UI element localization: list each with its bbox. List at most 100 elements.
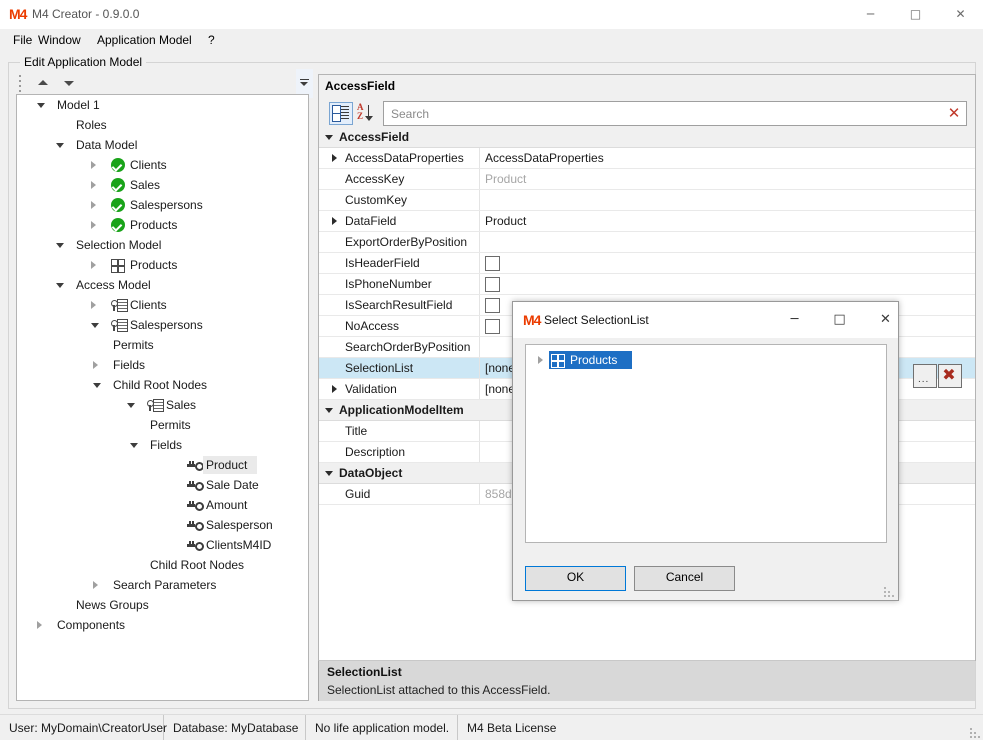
property-row-accesskey[interactable]: AccessKey Product — [319, 169, 975, 190]
chevron-right-icon[interactable] — [91, 181, 96, 189]
property-value[interactable]: AccessDataProperties — [485, 148, 604, 168]
triangle-down-icon — [64, 81, 74, 86]
property-row-accessdataproperties[interactable]: AccessDataProperties AccessDataProperties — [319, 148, 975, 169]
chevron-right-icon[interactable] — [538, 356, 543, 364]
alphabetical-sort-button[interactable]: A Z — [355, 102, 377, 123]
property-row-accessfield[interactable]: AccessField — [319, 127, 975, 148]
dialog-maximize-button[interactable]: □ — [817, 302, 862, 338]
ok-button[interactable]: OK — [525, 566, 626, 591]
tree-node-clientsm4id[interactable]: ClientsM4ID — [17, 535, 308, 555]
tree-node-sales[interactable]: Sales — [17, 395, 308, 415]
property-row-datafield[interactable]: DataField Product — [319, 211, 975, 232]
tree-node-news-groups[interactable]: News Groups — [17, 595, 308, 615]
dialog-tree-node-products[interactable]: Products — [526, 350, 886, 370]
key-table-icon — [111, 298, 128, 312]
tree-node-products[interactable]: Products — [17, 255, 308, 275]
property-checkbox[interactable] — [485, 277, 500, 292]
dialog-close-button[interactable]: ✕ — [863, 302, 908, 338]
tree-node-fields[interactable]: Fields — [17, 355, 308, 375]
property-value[interactable]: Product — [485, 211, 526, 231]
tree-node-sales[interactable]: Sales — [17, 175, 308, 195]
property-value[interactable]: Product — [485, 169, 526, 189]
property-row-exportorderbyposition[interactable]: ExportOrderByPosition — [319, 232, 975, 253]
tree-node-label: Product — [206, 458, 248, 472]
categorized-view-button[interactable] — [329, 102, 353, 125]
chevron-right-icon[interactable] — [91, 261, 96, 269]
tree-node-label: Sales — [130, 178, 161, 192]
dialog-selection-tree[interactable]: Products — [525, 344, 887, 543]
property-row-isheaderfield[interactable]: IsHeaderField — [319, 253, 975, 274]
tree-node-amount[interactable]: Amount — [17, 495, 308, 515]
chevron-right-icon[interactable] — [93, 361, 98, 369]
chevron-right-icon[interactable] — [91, 301, 96, 309]
tree-node-products[interactable]: Products — [17, 215, 308, 235]
menu-item-[interactable]: ? — [203, 29, 220, 51]
move-up-button[interactable] — [34, 76, 52, 90]
tree-node-child-root-nodes[interactable]: Child Root Nodes — [17, 375, 308, 395]
chevron-right-icon[interactable] — [91, 221, 96, 229]
search-input[interactable] — [389, 104, 933, 124]
description-title: SelectionList — [327, 665, 402, 679]
property-checkbox[interactable] — [485, 256, 500, 271]
browse-ellipsis-button[interactable]: ... — [913, 364, 937, 388]
property-row-customkey[interactable]: CustomKey — [319, 190, 975, 211]
chevron-down-icon[interactable] — [127, 403, 135, 408]
chevron-down-icon[interactable] — [56, 243, 64, 248]
window-title: M4 Creator - 0.9.0.0 — [32, 7, 140, 21]
maximize-button[interactable]: □ — [893, 0, 938, 29]
menu-item-window[interactable]: Window — [33, 29, 86, 51]
tree-node-salespersons[interactable]: Salespersons — [17, 315, 308, 335]
property-toolbar: A Z ✕ — [319, 99, 975, 127]
chevron-right-icon[interactable] — [91, 201, 96, 209]
tree-node-roles[interactable]: Roles — [17, 115, 308, 135]
property-column-divider — [479, 337, 480, 357]
chevron-down-icon[interactable] — [130, 443, 138, 448]
property-column-divider — [479, 169, 480, 189]
chevron-down-icon[interactable] — [56, 143, 64, 148]
chevron-down-icon[interactable] — [93, 383, 101, 388]
search-clear-icon[interactable]: ✕ — [946, 104, 962, 122]
chevron-right-icon[interactable] — [93, 581, 98, 589]
tree-node-permits[interactable]: Permits — [17, 415, 308, 435]
tree-node-model-1[interactable]: Model 1 — [17, 95, 308, 115]
tree-node-access-model[interactable]: Access Model — [17, 275, 308, 295]
tree-node-label: Permits — [150, 418, 191, 432]
clear-x-icon: ✖ — [942, 365, 956, 384]
property-checkbox[interactable] — [485, 298, 500, 313]
property-search-box[interactable]: ✕ — [383, 101, 967, 126]
tree-node-selection-model[interactable]: Selection Model — [17, 235, 308, 255]
tree-node-sale-date[interactable]: Sale Date — [17, 475, 308, 495]
dialog-minimize-button[interactable]: ─ — [772, 302, 817, 338]
tree-node-fields[interactable]: Fields — [17, 435, 308, 455]
close-button[interactable]: ✕ — [938, 0, 983, 29]
property-value[interactable]: 858df — [485, 484, 515, 504]
clear-value-button[interactable]: ✖ — [938, 364, 962, 388]
model-tree[interactable]: Model 1 Roles Data Model Clients Sales Salesp… — [16, 94, 309, 701]
property-checkbox[interactable] — [485, 319, 500, 334]
tree-node-product[interactable]: Product — [17, 455, 308, 475]
chevron-right-icon[interactable] — [37, 621, 42, 629]
minimize-button[interactable]: ─ — [848, 0, 893, 29]
tree-node-clients[interactable]: Clients — [17, 155, 308, 175]
maximize-icon: □ — [909, 7, 922, 21]
property-row-isphonenumber[interactable]: IsPhoneNumber — [319, 274, 975, 295]
tree-node-salesperson[interactable]: Salesperson — [17, 515, 308, 535]
tree-node-components[interactable]: Components — [17, 615, 308, 635]
grid-squares-icon — [111, 259, 125, 273]
tree-node-search-parameters[interactable]: Search Parameters — [17, 575, 308, 595]
tree-node-salespersons[interactable]: Salespersons — [17, 195, 308, 215]
chevron-right-icon[interactable] — [91, 161, 96, 169]
tree-node-child-root-nodes[interactable]: Child Root Nodes — [17, 555, 308, 575]
tree-node-data-model[interactable]: Data Model — [17, 135, 308, 155]
chevron-down-icon[interactable] — [37, 103, 45, 108]
check-circle-icon — [111, 198, 125, 212]
chevron-down-icon[interactable] — [56, 283, 64, 288]
tree-node-label: Child Root Nodes — [150, 558, 245, 572]
tree-node-permits[interactable]: Permits — [17, 335, 308, 355]
move-down-button[interactable] — [60, 76, 78, 90]
chevron-down-icon[interactable] — [91, 323, 99, 328]
tree-node-clients[interactable]: Clients — [17, 295, 308, 315]
cancel-button[interactable]: Cancel — [634, 566, 735, 591]
menu-item-application-model[interactable]: Application Model — [92, 29, 197, 51]
property-name: Description — [345, 445, 406, 459]
